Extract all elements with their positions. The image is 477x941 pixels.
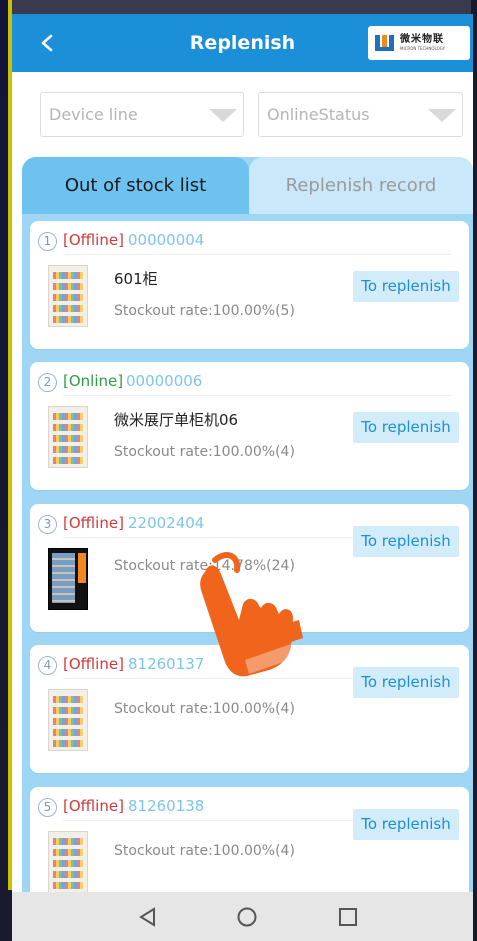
tab-replenish-record[interactable]: Replenish record (249, 157, 473, 214)
vending-machine-thumbnail (48, 265, 88, 327)
online-status-placeholder: OnlineStatus (267, 105, 370, 124)
stockout-rate: Stockout rate:100.00%(4) (114, 701, 295, 717)
device-name: 601柜 (114, 270, 158, 288)
item-index: 2 (38, 373, 57, 392)
vending-machine-thumbnail (48, 548, 88, 610)
device-name: 微米展厅单柜机06 (114, 411, 239, 429)
item-index: 5 (38, 798, 57, 817)
app-header: Replenish 微米物联 MICRON TECHNOLOGY (12, 14, 473, 72)
to-replenish-button[interactable]: To replenish (353, 526, 459, 557)
status-badge: [Offline] (63, 231, 124, 249)
hand-pointer-icon (200, 552, 303, 677)
stockout-rate: Stockout rate:100.00%(4) (114, 843, 295, 859)
triangle-back-icon[interactable] (137, 906, 159, 928)
filter-bar: Device line OnlineStatus (12, 72, 473, 157)
device-line-select[interactable]: Device line (40, 92, 244, 137)
vending-machine-thumbnail (48, 831, 88, 892)
brand-logo-mark (375, 35, 394, 51)
android-nav-bar (12, 892, 473, 941)
device-id: 81260138 (128, 797, 205, 815)
stockout-rate: Stockout rate:100.00%(4) (114, 444, 295, 460)
device-line-placeholder: Device line (49, 105, 138, 124)
to-replenish-button[interactable]: To replenish (353, 271, 459, 302)
status-badge: [Online] (63, 372, 124, 390)
vending-machine-thumbnail (48, 689, 88, 751)
stockout-rate: Stockout rate:100.00%(5) (114, 303, 295, 319)
device-frame-left (0, 0, 12, 941)
app-screen: Replenish 微米物联 MICRON TECHNOLOGY Device … (12, 14, 473, 892)
list-item: 5 [Offline] 81260138 Stockout rate:100.0… (30, 787, 469, 892)
chevron-left-icon (41, 34, 53, 52)
list-item: 1 [Offline] 00000004 601柜 Stockout rate:… (30, 221, 469, 349)
vending-machine-thumbnail (48, 406, 88, 468)
status-badge: [Offline] (63, 655, 124, 673)
dropdown-caret-icon (428, 109, 456, 122)
to-replenish-button[interactable]: To replenish (353, 412, 459, 443)
device-frame-top (0, 0, 477, 14)
list-item: 2 [Online] 00000006 微米展厅单柜机06 Stockout r… (30, 362, 469, 490)
to-replenish-button[interactable]: To replenish (353, 809, 459, 840)
status-badge: [Offline] (63, 797, 124, 815)
item-index: 1 (38, 232, 57, 251)
brand-logo: 微米物联 MICRON TECHNOLOGY (368, 26, 470, 60)
online-status-select[interactable]: OnlineStatus (258, 92, 463, 137)
status-badge: [Offline] (63, 514, 124, 532)
device-id: 00000004 (128, 231, 205, 249)
dropdown-caret-icon (209, 109, 237, 122)
device-id: 22002404 (128, 514, 205, 532)
back-button[interactable] (32, 28, 62, 58)
to-replenish-button[interactable]: To replenish (353, 667, 459, 698)
brand-logo-subtext: MICRON TECHNOLOGY (400, 46, 446, 51)
circle-home-icon[interactable] (236, 906, 258, 928)
tab-out-of-stock[interactable]: Out of stock list (22, 157, 249, 214)
item-index: 4 (38, 656, 57, 675)
item-index: 3 (38, 515, 57, 534)
device-id: 00000006 (126, 372, 203, 390)
square-recent-icon[interactable] (337, 906, 359, 928)
brand-logo-text: 微米物联 (400, 34, 444, 45)
